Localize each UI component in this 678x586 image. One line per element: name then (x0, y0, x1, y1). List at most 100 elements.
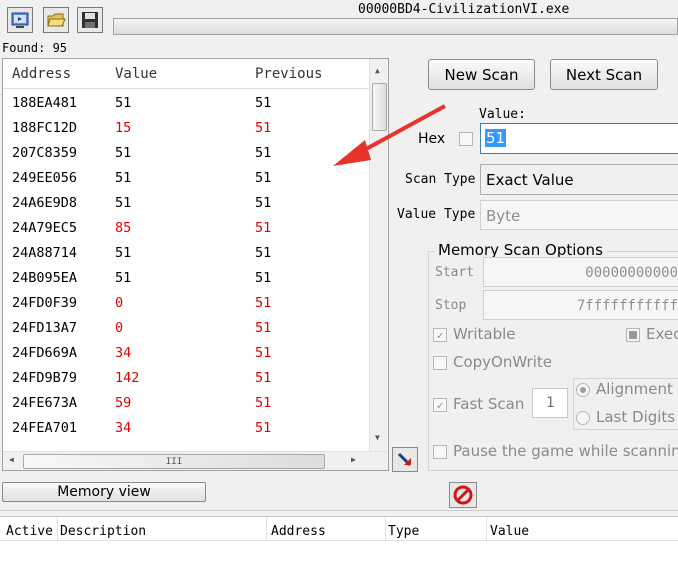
cell-address: 24A88714 (12, 245, 78, 261)
cell-value: 85 (115, 220, 132, 236)
result-row[interactable]: 188EA481 51 51 (3, 91, 368, 116)
copy-on-write-checkbox[interactable] (433, 356, 447, 370)
column-address[interactable]: Address (12, 66, 71, 82)
cell-previous: 51 (255, 220, 272, 236)
result-row[interactable]: 188FC12D 15 51 (3, 116, 368, 141)
scroll-down-icon[interactable]: ▼ (375, 433, 380, 442)
cell-previous: 51 (255, 320, 272, 336)
save-icon (82, 12, 98, 28)
writable-checkbox[interactable]: ✓ (433, 328, 447, 342)
fast-scan-input[interactable]: 1 (532, 388, 568, 418)
fast-scan-checkbox[interactable]: ✓ (433, 398, 447, 412)
results-hscrollbar[interactable]: ◀ III ▶ (3, 451, 388, 470)
column-value[interactable]: Value (490, 524, 529, 539)
scroll-left-icon[interactable]: ◀ (9, 455, 14, 464)
cell-address: 24FE673A (12, 395, 78, 411)
address-list-header: Active Description Address Type Value (0, 517, 678, 541)
cell-value: 0 (115, 320, 124, 336)
cell-address: 249EE056 (12, 170, 78, 186)
start-address-input[interactable]: 00000000000 (483, 257, 678, 287)
column-type[interactable]: Type (388, 524, 419, 539)
executable-label: Exec (646, 325, 678, 343)
open-process-button[interactable] (7, 7, 33, 33)
cell-value: 34 (115, 420, 132, 436)
pause-game-checkbox[interactable] (433, 445, 447, 459)
scan-type-value: Exact Value (486, 171, 574, 189)
result-row[interactable]: 24FD9B79 142 51 (3, 366, 368, 391)
result-row[interactable]: 24FEA701 34 51 (3, 416, 368, 441)
executable-checkbox[interactable] (626, 328, 640, 342)
column-active[interactable]: Active (6, 524, 53, 539)
add-address-button[interactable] (392, 447, 418, 472)
result-row[interactable]: 24FD669A 34 51 (3, 341, 368, 366)
cell-previous: 51 (255, 95, 272, 111)
cell-previous: 51 (255, 145, 272, 161)
column-description[interactable]: Description (60, 524, 146, 539)
scroll-right-icon[interactable]: ▶ (351, 455, 356, 464)
cell-address: 188FC12D (12, 120, 78, 136)
stop-address-input[interactable]: 7fffffffffff (483, 290, 678, 320)
splitter[interactable] (0, 510, 678, 515)
column-previous[interactable]: Previous (255, 66, 322, 82)
cell-previous: 51 (255, 345, 272, 361)
start-address-value: 00000000000 (585, 265, 678, 281)
cell-value: 51 (115, 245, 132, 261)
new-scan-button[interactable]: New Scan (428, 59, 535, 90)
column-divider (57, 517, 58, 541)
cell-value: 51 (115, 270, 132, 286)
open-file-icon (47, 13, 66, 27)
next-scan-button[interactable]: Next Scan (550, 59, 658, 90)
result-row[interactable]: 249EE056 51 51 (3, 166, 368, 191)
cell-address: 24FD0F39 (12, 295, 78, 311)
cell-value: 142 (115, 370, 140, 386)
value-input[interactable]: 51 (480, 123, 678, 154)
start-label: Start (435, 265, 475, 280)
hex-label: Hex (418, 131, 446, 147)
result-row[interactable]: 24A79EC5 85 51 (3, 216, 368, 241)
result-row[interactable]: 24FD0F39 0 51 (3, 291, 368, 316)
result-row[interactable]: 24FD13A7 0 51 (3, 316, 368, 341)
cell-previous: 51 (255, 295, 272, 311)
column-value[interactable]: Value (115, 66, 157, 82)
cell-address: 24FEA701 (12, 420, 78, 436)
result-row[interactable]: 24A6E9D8 51 51 (3, 191, 368, 216)
scan-type-select[interactable]: Exact Value (480, 164, 678, 195)
hscroll-thumb[interactable]: III (23, 454, 325, 469)
hex-checkbox[interactable] (459, 132, 473, 146)
indeterminate-icon (629, 331, 637, 339)
writable-label: Writable (453, 325, 516, 343)
address-list[interactable]: Active Description Address Type Value (0, 516, 678, 586)
open-file-button[interactable] (43, 7, 69, 33)
cell-value: 51 (115, 145, 132, 161)
cell-value: 15 (115, 120, 132, 136)
memory-view-button[interactable]: Memory view (2, 482, 206, 502)
save-button[interactable] (77, 7, 103, 33)
cell-address: 207C8359 (12, 145, 78, 161)
alignment-radio[interactable] (576, 383, 590, 397)
stop-address-value: 7fffffffffff (576, 298, 678, 314)
result-row[interactable]: 24B095EA 51 51 (3, 266, 368, 291)
copy-on-write-label: CopyOnWrite (453, 353, 552, 371)
stop-icon (453, 485, 473, 505)
result-row[interactable]: 24FE673A 59 51 (3, 391, 368, 416)
scroll-up-icon[interactable]: ▲ (375, 66, 380, 75)
cell-value: 51 (115, 195, 132, 211)
cell-value: 51 (115, 170, 132, 186)
cell-address: 24FD9B79 (12, 370, 78, 386)
value-type-label: Value Type (397, 207, 476, 222)
cell-previous: 51 (255, 370, 272, 386)
cell-value: 34 (115, 345, 132, 361)
result-row[interactable]: 207C8359 51 51 (3, 141, 368, 166)
cell-previous: 51 (255, 270, 272, 286)
found-count: Found: 95 (2, 41, 68, 55)
cell-address: 24A79EC5 (12, 220, 78, 236)
stop-label: Stop (435, 298, 467, 313)
value-type-select[interactable]: Byte (480, 200, 678, 230)
column-address[interactable]: Address (271, 524, 326, 539)
result-row[interactable]: 24A88714 51 51 (3, 241, 368, 266)
stop-button[interactable] (449, 482, 477, 508)
cell-value: 51 (115, 95, 132, 111)
last-digits-radio[interactable] (576, 411, 590, 425)
cell-previous: 51 (255, 395, 272, 411)
cell-address: 24FD669A (12, 345, 78, 361)
